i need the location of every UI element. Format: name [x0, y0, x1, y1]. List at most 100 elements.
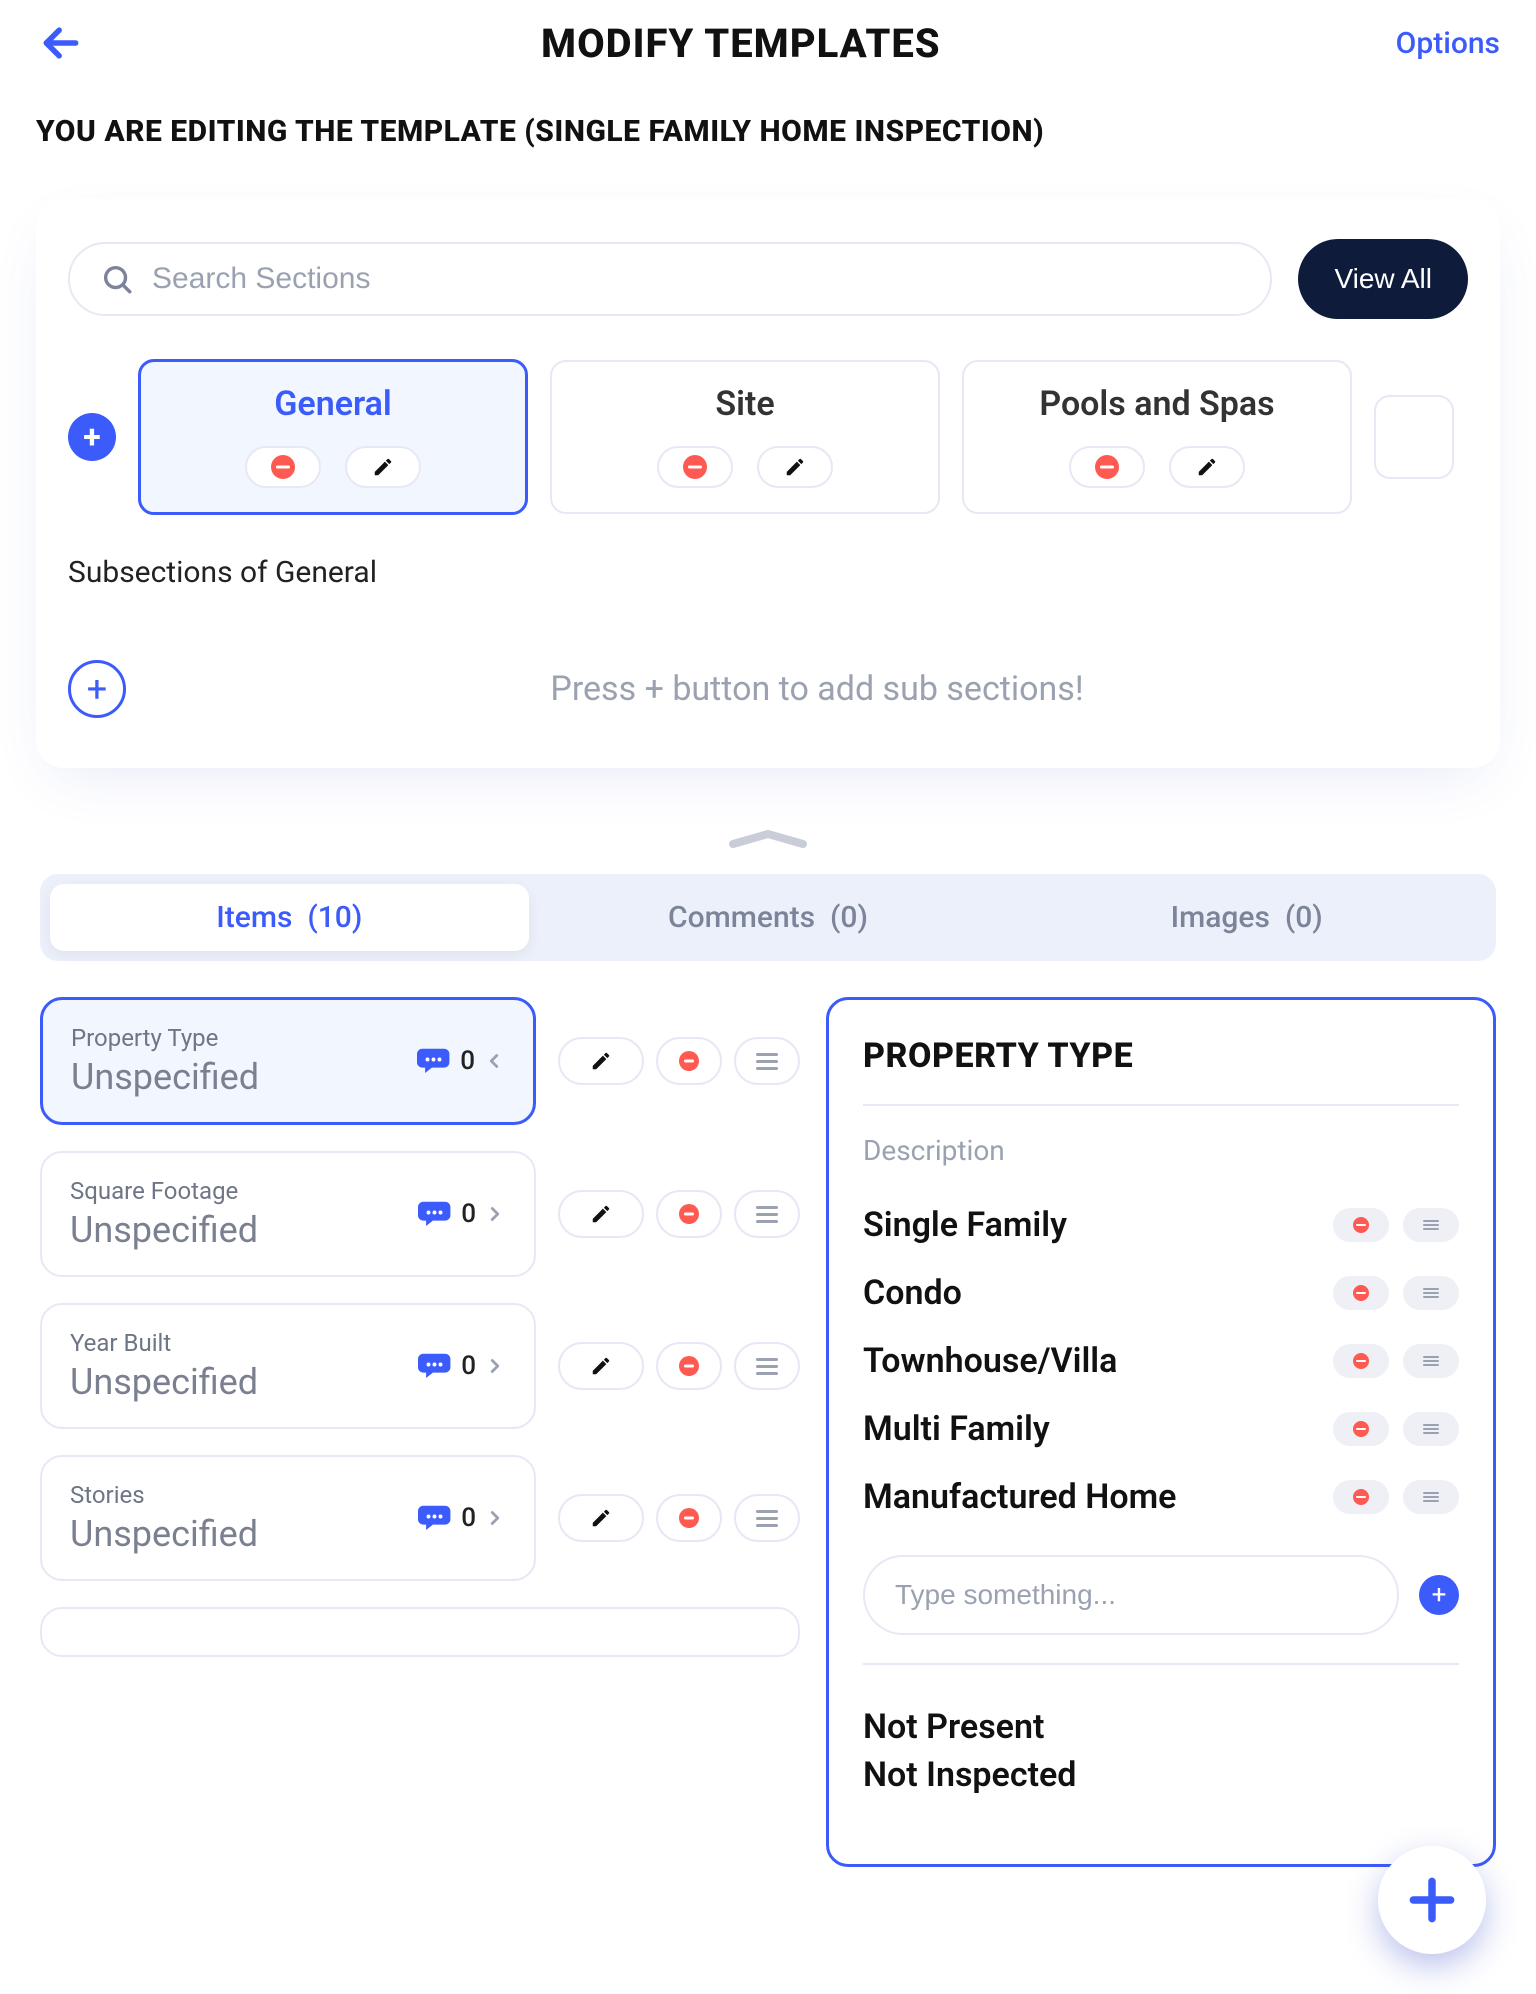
item-delete-button[interactable]: [656, 1494, 722, 1542]
section-delete-button[interactable]: [1069, 446, 1145, 488]
option-reorder-handle[interactable]: [1403, 1480, 1459, 1514]
section-edit-button[interactable]: [757, 446, 833, 488]
minus-icon: [1353, 1489, 1369, 1505]
subsections-heading: Subsections of General: [68, 555, 1468, 590]
option-row: Not Present: [863, 1693, 1459, 1751]
divider: [863, 1663, 1459, 1665]
item-reorder-handle[interactable]: [734, 1342, 800, 1390]
item-comment-count: 0: [461, 1351, 476, 1381]
search-sections-input[interactable]: [152, 262, 1240, 296]
item-card-year-built[interactable]: Year Built Unspecified 0: [40, 1303, 536, 1429]
drag-lines-icon: [1423, 1422, 1439, 1436]
item-comment-count: 0: [461, 1503, 476, 1533]
item-value: Unspecified: [71, 1056, 404, 1098]
item-reorder-handle[interactable]: [734, 1494, 800, 1542]
option-delete-button[interactable]: [1333, 1276, 1389, 1310]
chevron-right-icon: [484, 1197, 506, 1231]
option-row: Manufactured Home: [863, 1463, 1459, 1531]
tab-items[interactable]: Items (10): [50, 884, 529, 951]
section-card-pools-and-spas[interactable]: Pools and Spas: [962, 360, 1352, 514]
view-all-button[interactable]: View All: [1298, 239, 1468, 319]
search-sections-field[interactable]: [68, 242, 1272, 316]
drag-lines-icon: [1423, 1490, 1439, 1504]
drag-handle[interactable]: [0, 808, 1536, 848]
option-reorder-handle[interactable]: [1403, 1276, 1459, 1310]
option-delete-button[interactable]: [1333, 1480, 1389, 1514]
section-name: General: [161, 384, 505, 424]
drag-lines-icon: [756, 1206, 778, 1223]
add-subsection-hint: Press + button to add sub sections!: [166, 669, 1468, 709]
chevron-right-icon: [484, 1349, 506, 1383]
option-row: Not Inspected: [863, 1751, 1459, 1809]
add-subsection-button[interactable]: +: [68, 660, 126, 718]
item-comment-count: 0: [460, 1046, 475, 1076]
tab-images[interactable]: Images (0): [1007, 884, 1486, 951]
options-link[interactable]: Options: [1396, 26, 1500, 61]
section-name: Pools and Spas: [984, 384, 1330, 424]
arrow-left-icon: [39, 21, 83, 65]
item-delete-button[interactable]: [656, 1190, 722, 1238]
item-row: Property Type Unspecified 0: [40, 997, 800, 1125]
section-card-site[interactable]: Site: [550, 360, 940, 514]
option-name: Townhouse/Villa: [863, 1341, 1117, 1381]
section-delete-button[interactable]: [657, 446, 733, 488]
comment-icon: [417, 1351, 455, 1381]
option-delete-button[interactable]: [1333, 1208, 1389, 1242]
item-card-stories[interactable]: Stories Unspecified 0: [40, 1455, 536, 1581]
plus-icon: +: [1432, 1580, 1447, 1610]
item-card-square-footage[interactable]: Square Footage Unspecified 0: [40, 1151, 536, 1277]
item-delete-button[interactable]: [656, 1037, 722, 1085]
item-edit-button[interactable]: [558, 1037, 644, 1085]
item-label: Property Type: [71, 1024, 404, 1052]
pencil-icon: [784, 456, 806, 478]
minus-icon: [679, 1051, 699, 1071]
item-edit-button[interactable]: [558, 1342, 644, 1390]
section-name: Site: [572, 384, 918, 424]
add-option-input[interactable]: [863, 1555, 1399, 1635]
item-edit-button[interactable]: [558, 1190, 644, 1238]
section-delete-button[interactable]: [245, 446, 321, 488]
option-name: Not Inspected: [863, 1755, 1076, 1795]
minus-icon: [1353, 1421, 1369, 1437]
item-card-partial[interactable]: [40, 1607, 800, 1657]
drag-lines-icon: [1423, 1218, 1439, 1232]
tab-label: Images: [1171, 900, 1270, 935]
section-edit-button[interactable]: [1169, 446, 1245, 488]
option-delete-button[interactable]: [1333, 1344, 1389, 1378]
comment-icon: [417, 1503, 455, 1533]
fab-add-button[interactable]: [1378, 1846, 1486, 1954]
drag-lines-icon: [756, 1053, 778, 1070]
minus-icon: [271, 455, 295, 479]
plus-icon: +: [87, 668, 107, 710]
item-reorder-handle[interactable]: [734, 1190, 800, 1238]
section-edit-button[interactable]: [345, 446, 421, 488]
option-reorder-handle[interactable]: [1403, 1412, 1459, 1446]
option-reorder-handle[interactable]: [1403, 1208, 1459, 1242]
section-card-general[interactable]: General: [138, 359, 528, 515]
option-delete-button[interactable]: [1333, 1412, 1389, 1446]
item-edit-button[interactable]: [558, 1494, 644, 1542]
item-card-property-type[interactable]: Property Type Unspecified 0: [40, 997, 536, 1125]
tab-comments[interactable]: Comments (0): [529, 884, 1008, 951]
minus-icon: [1353, 1353, 1369, 1369]
minus-icon: [1353, 1285, 1369, 1301]
page-title: MODIFY TEMPLATES: [86, 20, 1396, 67]
back-button[interactable]: [36, 18, 86, 68]
add-option-button[interactable]: +: [1419, 1575, 1459, 1615]
tab-label: Comments: [668, 900, 815, 935]
item-reorder-handle[interactable]: [734, 1037, 800, 1085]
add-section-button[interactable]: +: [68, 413, 116, 461]
option-reorder-handle[interactable]: [1403, 1344, 1459, 1378]
section-card-partial[interactable]: [1374, 395, 1454, 479]
description-label: Description: [863, 1134, 1459, 1167]
item-label: Square Footage: [70, 1177, 405, 1205]
pencil-icon: [590, 1355, 612, 1377]
item-row: Square Footage Unspecified 0: [40, 1151, 800, 1277]
option-row: Multi Family: [863, 1395, 1459, 1463]
pencil-icon: [1196, 456, 1218, 478]
pencil-icon: [372, 456, 394, 478]
option-name: Not Present: [863, 1707, 1044, 1747]
search-icon: [100, 262, 134, 296]
item-row: Stories Unspecified 0: [40, 1455, 800, 1581]
item-delete-button[interactable]: [656, 1342, 722, 1390]
